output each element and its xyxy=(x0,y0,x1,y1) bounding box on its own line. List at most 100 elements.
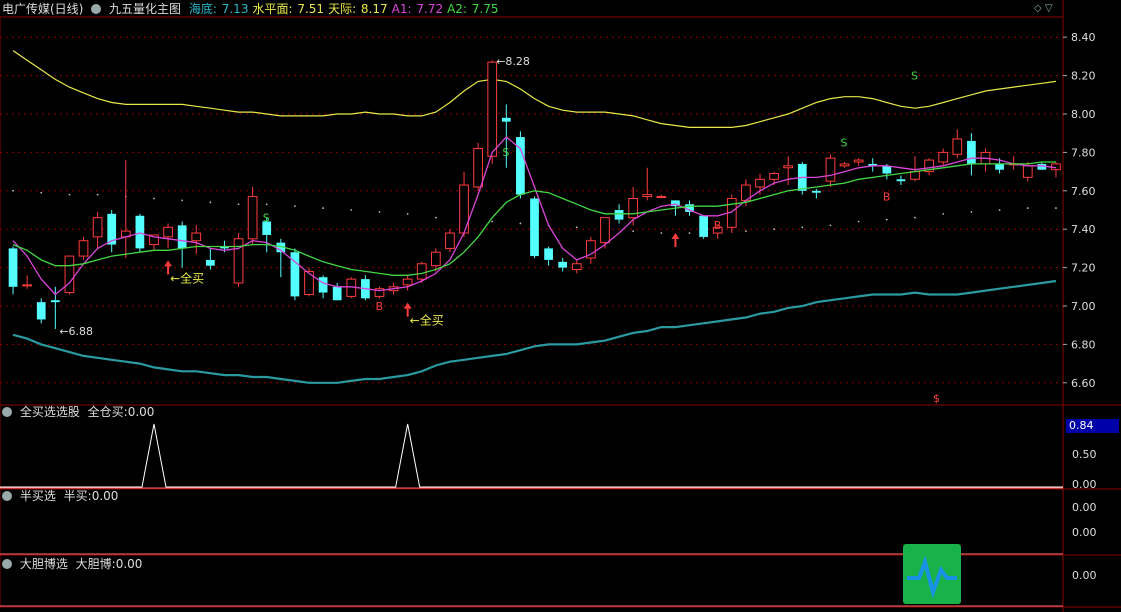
candle-body xyxy=(530,198,539,257)
watermark-logo xyxy=(903,541,1119,609)
candle-body xyxy=(544,248,553,260)
buy-marker: B xyxy=(375,300,383,313)
candle-body xyxy=(233,238,244,284)
dotted-level-point xyxy=(1026,207,1029,209)
settings-icon[interactable] xyxy=(2,559,12,569)
full-buy-label: ←全买 xyxy=(170,270,204,285)
dotted-level-point xyxy=(378,211,381,213)
candle-body xyxy=(318,277,328,293)
settings-icon[interactable] xyxy=(2,407,12,417)
y-axis-label: 8.20 xyxy=(1071,70,1096,83)
high-price-label: ←8.28 xyxy=(496,55,530,68)
candle-body xyxy=(247,196,258,240)
dotted-level-point xyxy=(857,220,860,223)
candle-body xyxy=(402,278,413,286)
y-axis-label: 6.80 xyxy=(1071,338,1096,351)
indicator-value: 7.75 xyxy=(467,2,499,16)
candle-body xyxy=(571,263,582,271)
indicator-values: 海底: 7.13 水平面: 7.51 天际: 8.17 A1: 7.72 A2: 7.7… xyxy=(189,2,503,16)
candle-body xyxy=(558,261,568,268)
candlestick-chart[interactable]: 8.40 8.20 8.00 7.80 7.60 7.40 7.20 7.00 6.80 6.60… xyxy=(0,0,1121,612)
candle-body xyxy=(50,300,60,303)
candle-body xyxy=(430,251,441,267)
candle-body xyxy=(642,194,653,198)
y-axis-label: 7.20 xyxy=(1071,262,1096,275)
candle-body xyxy=(783,165,794,169)
candle-body xyxy=(811,190,821,193)
upper-band-line xyxy=(12,50,1057,129)
y-axis-label: 7.80 xyxy=(1071,146,1096,159)
window-control-icons[interactable]: ◇ ▽ xyxy=(1034,3,1053,14)
sub1-axis-label: 0.50 xyxy=(1072,448,1097,461)
chart-window[interactable]: 8.40 8.20 8.00 7.80 7.60 7.40 7.20 7.00 6.80 6.60… xyxy=(0,0,1121,612)
candle-body xyxy=(487,61,498,157)
dotted-level-point xyxy=(773,228,775,231)
panel1-header: 全买选选股 全仓买:0.00 xyxy=(2,404,158,420)
dotted-level-point xyxy=(153,197,155,200)
sell-marker: S xyxy=(263,212,270,225)
indicator-value: 7.72 xyxy=(412,2,444,16)
full-buy-label: ←全买 xyxy=(410,313,444,328)
panel2-header: 半买选 半买:0.00 xyxy=(2,488,122,504)
indicator-label: 水平面: xyxy=(252,2,293,16)
panel2-value: 0.00 xyxy=(91,489,119,503)
settings-icon[interactable] xyxy=(2,491,12,501)
dotted-level-point xyxy=(12,189,14,192)
dotted-level-point xyxy=(942,212,945,215)
dotted-level-point xyxy=(237,203,240,206)
candle-body xyxy=(191,232,202,242)
logo-icon xyxy=(903,544,961,604)
dotted-level-point xyxy=(885,218,888,221)
low-price-label: ←6.88 xyxy=(59,325,93,338)
y-axis-label: 7.60 xyxy=(1071,185,1096,198)
candle-body xyxy=(1022,165,1033,178)
indicator-label: A2: xyxy=(447,2,467,16)
candle-body xyxy=(967,140,976,164)
candle-body xyxy=(910,171,920,180)
dotted-level-point xyxy=(40,191,43,194)
dollar-marker: $ xyxy=(933,392,940,405)
candle-body xyxy=(501,117,511,122)
stock-name: 电广传媒(日线) xyxy=(2,2,84,16)
dotted-level-point xyxy=(322,207,324,209)
indicator-value: 7.51 xyxy=(293,2,325,16)
sub2-axis-label: 0.00 xyxy=(1072,501,1097,514)
candle-body xyxy=(332,286,342,301)
y-axis-label: 8.40 xyxy=(1071,31,1096,44)
panel2-field: 半买: xyxy=(63,489,92,503)
y-axis-label: 7.40 xyxy=(1071,223,1096,236)
dotted-level-point xyxy=(998,209,1001,211)
dotted-level-point xyxy=(745,230,747,233)
candle-body xyxy=(8,248,18,287)
settings-icon[interactable] xyxy=(91,4,102,14)
candle-body xyxy=(853,159,864,163)
dotted-level-point xyxy=(970,211,973,213)
dotted-level-point xyxy=(519,222,522,225)
indicator-value: 8.17 xyxy=(357,2,388,16)
lower-band-line xyxy=(12,279,1057,384)
dotted-level-point xyxy=(491,220,494,223)
full-buy-signal-line xyxy=(0,423,1063,488)
candle-body xyxy=(473,148,483,188)
panel3-name: 大胆博选 xyxy=(19,557,68,571)
candle-body xyxy=(205,259,215,266)
y-axis-label: 7.00 xyxy=(1071,300,1096,313)
candle-body xyxy=(600,217,610,244)
dotted-level-point xyxy=(68,193,71,196)
indicator-label: 天际: xyxy=(328,2,357,16)
dotted-level-point xyxy=(660,232,663,234)
candle-body xyxy=(896,179,906,182)
candle-body xyxy=(177,225,187,249)
panel3-field: 大胆博: xyxy=(75,557,116,571)
indicator-name: 九五量化主图 xyxy=(109,2,182,16)
candle-body xyxy=(163,226,173,238)
indicator-value: 7.13 xyxy=(217,2,249,16)
dotted-level-point xyxy=(434,216,437,219)
candle-body xyxy=(769,173,779,180)
dotted-level-point xyxy=(294,205,296,208)
buy-marker: B xyxy=(883,190,891,203)
sub2-axis-label: 0.00 xyxy=(1072,526,1097,539)
candle-body xyxy=(656,196,667,199)
candle-body xyxy=(614,210,624,220)
dotted-level-point xyxy=(1055,207,1057,209)
